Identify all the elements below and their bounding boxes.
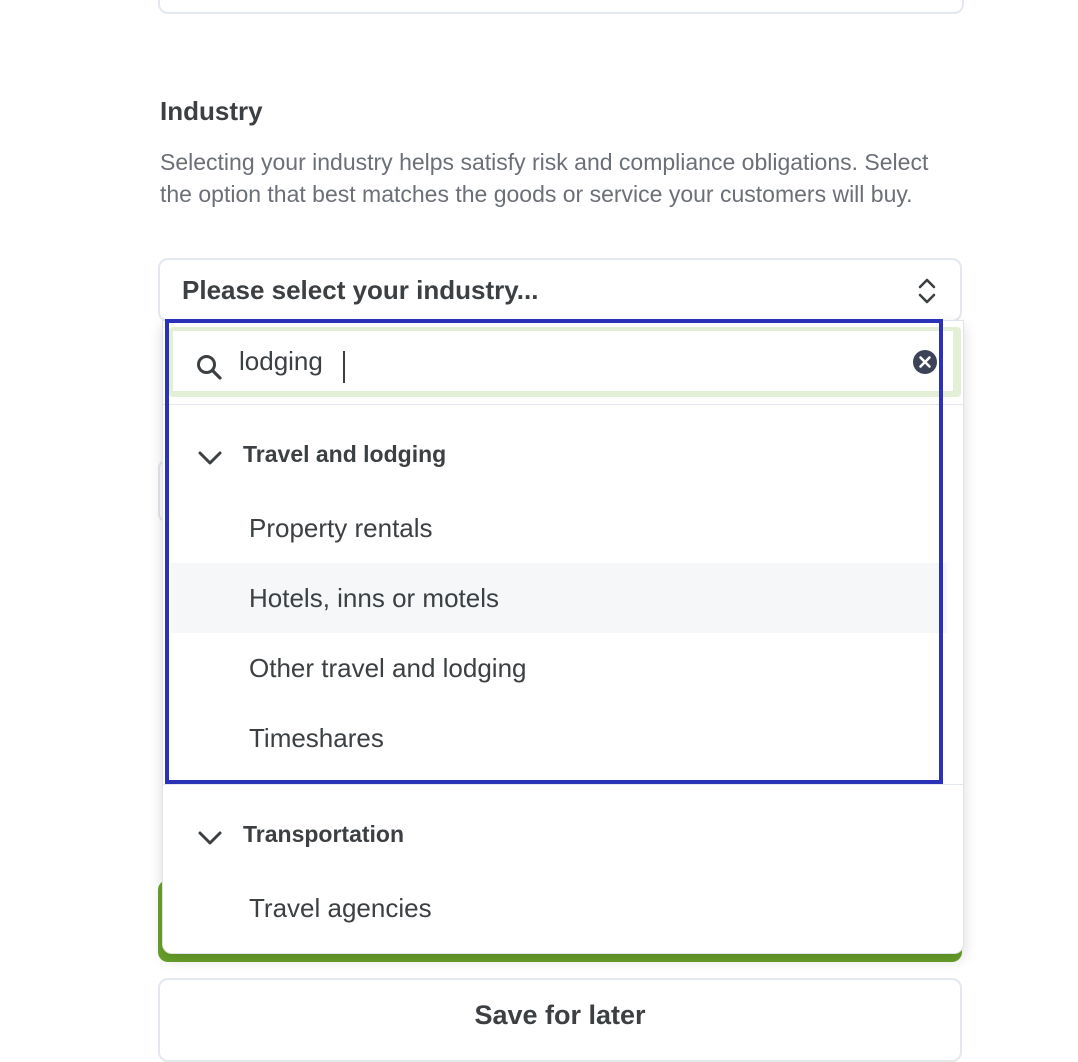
industry-heading: Industry (160, 96, 263, 126)
industry-dropdown: Travel and lodging Property rentals Hote… (162, 320, 964, 954)
option-travel-agencies[interactable]: Travel agencies (171, 873, 947, 943)
search-input[interactable] (239, 339, 879, 383)
industry-description: Selecting your industry helps satisfy ri… (160, 149, 929, 207)
previous-field[interactable] (158, 0, 964, 14)
option-hotels-inns-motels[interactable]: Hotels, inns or motels (171, 563, 947, 633)
save-for-later-button[interactable]: Save for later (158, 978, 962, 1062)
industry-select-placeholder: Please select your industry... (182, 275, 539, 305)
search-focus-ring (169, 327, 961, 397)
search-box[interactable] (173, 331, 953, 391)
option-label: Hotels, inns or motels (249, 583, 499, 613)
industry-select[interactable]: Please select your industry... (158, 258, 962, 322)
divider (163, 784, 963, 785)
chevron-up-down-icon (918, 278, 936, 304)
option-other-travel-and-lodging[interactable]: Other travel and lodging (171, 633, 947, 703)
option-label: Property rentals (249, 513, 433, 543)
search-icon (197, 355, 222, 380)
save-for-later-label: Save for later (474, 1000, 646, 1030)
option-label: Travel agencies (249, 893, 432, 923)
option-label: Other travel and lodging (249, 653, 527, 683)
text-caret (343, 351, 345, 383)
divider (163, 404, 963, 405)
group-label: Travel and lodging (243, 441, 447, 467)
option-label: Timeshares (249, 723, 384, 753)
option-property-rentals[interactable]: Property rentals (171, 493, 947, 563)
clear-icon[interactable] (912, 349, 938, 375)
group-label: Transportation (243, 821, 405, 847)
option-timeshares[interactable]: Timeshares (171, 703, 947, 773)
chevron-down-icon (198, 831, 222, 845)
chevron-down-icon (198, 451, 222, 465)
